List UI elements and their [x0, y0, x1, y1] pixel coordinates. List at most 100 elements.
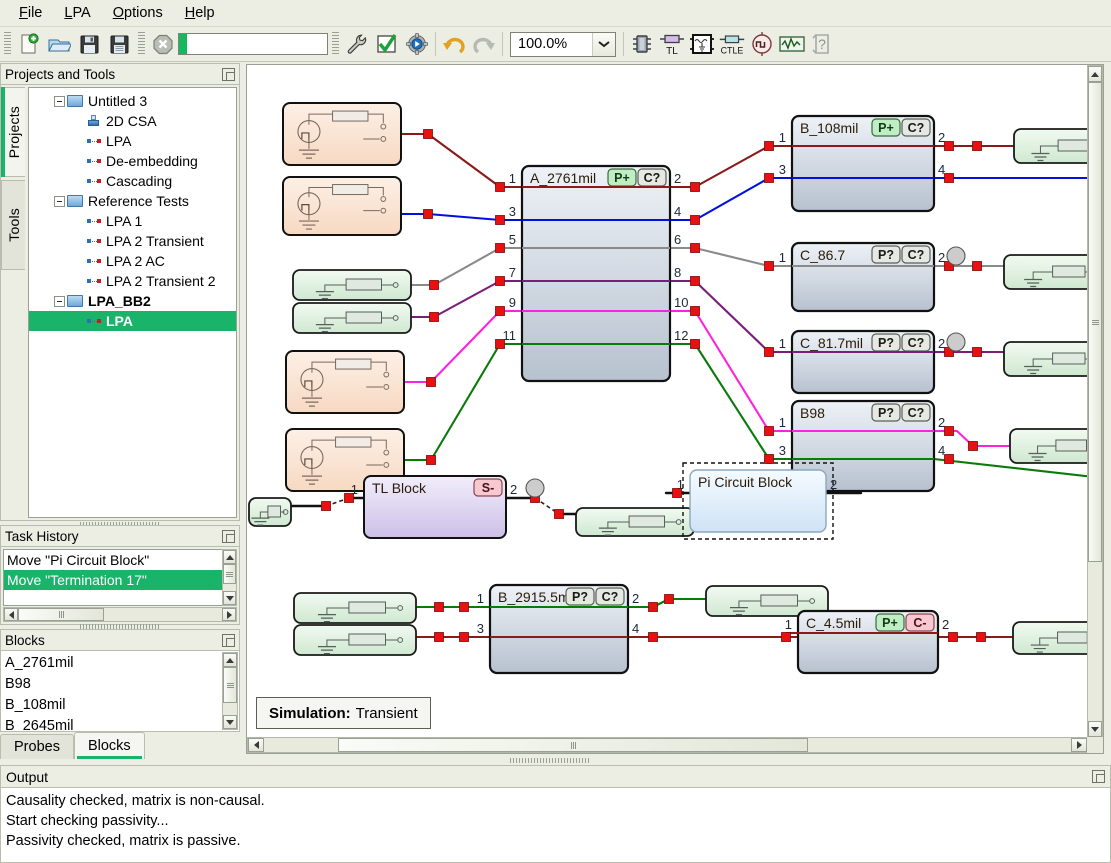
connection-node[interactable] [765, 262, 774, 271]
tree-node-de-embedding[interactable]: De-embedding [29, 151, 236, 171]
connection-node[interactable] [949, 633, 958, 642]
menu-item-lpa[interactable]: LPA [53, 3, 101, 23]
tl-block-icon[interactable]: TL [657, 29, 687, 59]
probe-marker[interactable] [947, 247, 965, 265]
source-block[interactable] [283, 103, 401, 165]
float-panel-icon[interactable] [222, 68, 235, 81]
connection-node[interactable] [649, 633, 658, 642]
source-icon[interactable] [747, 29, 777, 59]
task-history-row[interactable]: Move "Pi Circuit Block" [4, 550, 236, 570]
connection-node[interactable] [555, 510, 564, 519]
help-unknown-icon[interactable]: ? [807, 29, 837, 59]
menu-item-file[interactable]: File [8, 3, 53, 23]
source-block[interactable] [286, 351, 404, 413]
project-tree[interactable]: Untitled 32D CSALPADe-embeddingCascading… [28, 87, 237, 518]
blocks-list-item[interactable]: B98 [2, 673, 222, 694]
connection-node[interactable] [345, 494, 354, 503]
termination-block[interactable] [1014, 129, 1088, 163]
save-button[interactable] [74, 29, 104, 59]
wire[interactable] [670, 344, 792, 459]
tree-node-lpa-2-transient[interactable]: LPA 2 Transient [29, 231, 236, 251]
blocks-vscrollbar[interactable] [222, 652, 238, 730]
connection-node[interactable] [427, 378, 436, 387]
termination-block[interactable] [294, 593, 416, 623]
toolbar-grip-2[interactable] [138, 32, 145, 56]
source-block[interactable] [283, 177, 401, 235]
sidebar-tab-tools[interactable]: Tools [1, 180, 25, 270]
connection-node[interactable] [430, 313, 439, 322]
connection-node[interactable] [691, 216, 700, 225]
tab-probes[interactable]: Probes [0, 734, 74, 759]
stop-button[interactable] [148, 29, 178, 59]
connection-node[interactable] [496, 244, 505, 253]
ctle-icon[interactable]: CTLE [717, 29, 747, 59]
task-scroll-thumb[interactable] [223, 564, 236, 584]
connection-node[interactable] [496, 216, 505, 225]
connection-node[interactable] [673, 489, 682, 498]
termination-block[interactable] [1010, 429, 1088, 463]
canvas-hscrollbar[interactable] [247, 737, 1088, 753]
pi-circuit-icon[interactable] [687, 29, 717, 59]
schematic-block-c-4-5mil[interactable]: C_4.5milP+C-12 [785, 611, 949, 673]
task-history-row[interactable]: Move "Termination 17" [4, 570, 236, 590]
save-as-button[interactable] [104, 29, 134, 59]
canvas-scroll-down-button[interactable] [1088, 721, 1102, 737]
toolbar-grip[interactable] [4, 32, 11, 56]
connection-node[interactable] [765, 455, 774, 464]
task-hscroll-right-button[interactable] [222, 608, 236, 621]
tree-node-untitled-3[interactable]: Untitled 3 [29, 91, 236, 111]
connection-node[interactable] [435, 633, 444, 642]
sidebar-tab-projects[interactable]: Projects [1, 87, 25, 177]
schematic-block-tl-block[interactable]: TL BlockS-12 [351, 476, 517, 538]
wire[interactable] [670, 178, 792, 220]
connection-node[interactable] [322, 502, 331, 511]
connection-node[interactable] [496, 277, 505, 286]
tree-expander[interactable] [54, 296, 65, 307]
connection-node[interactable] [782, 633, 791, 642]
canvas-hscroll-left-button[interactable] [248, 738, 264, 752]
tree-expander[interactable] [54, 96, 65, 107]
tree-node-cascading[interactable]: Cascading [29, 171, 236, 191]
tree-node-lpa-bb2[interactable]: LPA_BB2 [29, 291, 236, 311]
schematic-block-b-108mil[interactable]: B_108milP+C?1324 [779, 116, 945, 211]
blocks-scroll-up-button[interactable] [223, 653, 237, 667]
wrench-icon[interactable] [342, 29, 372, 59]
connection-node[interactable] [765, 427, 774, 436]
probe-marker[interactable] [947, 333, 965, 351]
blocks-list-item[interactable]: B_2645mil [2, 715, 222, 730]
termination-block[interactable] [1013, 622, 1088, 654]
connection-node[interactable] [945, 174, 954, 183]
connection-node[interactable] [945, 455, 954, 464]
canvas-hscroll-right-button[interactable] [1071, 738, 1087, 752]
connection-node[interactable] [973, 348, 982, 357]
task-scroll-down-button[interactable] [223, 591, 236, 605]
check-button[interactable] [372, 29, 402, 59]
connection-node[interactable] [496, 307, 505, 316]
probe-marker[interactable] [526, 479, 544, 497]
connection-node[interactable] [424, 210, 433, 219]
connection-node[interactable] [460, 633, 469, 642]
task-scroll-up-button[interactable] [223, 550, 236, 564]
undo-button[interactable] [439, 29, 469, 59]
canvas-scroll-up-button[interactable] [1088, 66, 1102, 82]
schematic-block-a-2761mil[interactable]: A_2761milP+C?135791124681012 [503, 166, 689, 381]
connection-node[interactable] [460, 603, 469, 612]
blocks-scroll-down-button[interactable] [223, 715, 237, 729]
schematic-block-c-86-7[interactable]: C_86.7P?C?12 [779, 243, 945, 311]
wire[interactable] [411, 248, 522, 285]
connection-node[interactable] [691, 244, 700, 253]
connection-node[interactable] [973, 262, 982, 271]
menu-item-options[interactable]: Options [102, 3, 174, 23]
blocks-list-item[interactable]: B_108mil [2, 694, 222, 715]
open-file-button[interactable] [44, 29, 74, 59]
connection-node[interactable] [430, 281, 439, 290]
schematic-canvas[interactable]: A_2761milP+C?135791124681012 B_108milP+C?… [247, 65, 1088, 738]
task-history-hscrollbar[interactable] [3, 607, 237, 622]
connection-node[interactable] [649, 603, 658, 612]
connection-node[interactable] [977, 633, 986, 642]
settings-gear-icon[interactable] [402, 29, 432, 59]
connection-node[interactable] [427, 456, 436, 465]
termination-block[interactable] [1004, 342, 1088, 376]
float-panel-icon-output[interactable] [1092, 770, 1105, 783]
task-hscroll-left-button[interactable] [4, 608, 18, 621]
